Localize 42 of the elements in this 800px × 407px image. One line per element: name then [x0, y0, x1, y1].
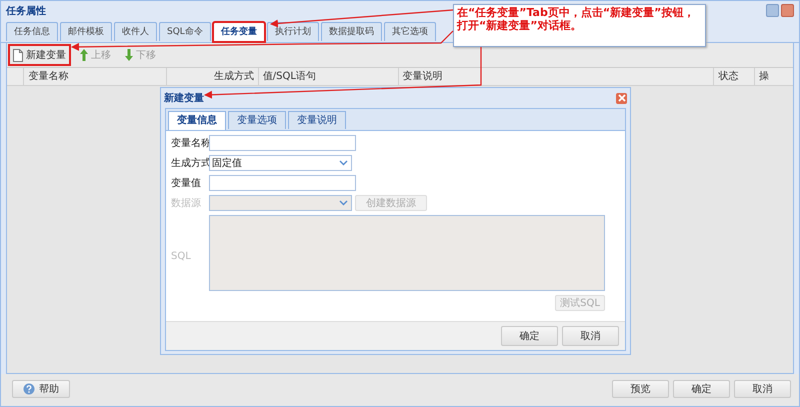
field-label: 变量值 — [171, 176, 202, 190]
down-arrow-icon — [125, 49, 133, 61]
column-header[interactable]: 值/SQL语句 — [258, 68, 398, 85]
footer-button[interactable]: 取消 — [734, 380, 791, 398]
tab[interactable]: 邮件模板 — [60, 22, 112, 41]
tab[interactable]: 任务信息 — [6, 22, 58, 41]
window-title: 任务属性 — [6, 4, 46, 18]
column-header[interactable]: 变量说明 — [398, 68, 714, 85]
tab[interactable]: SQL命令 — [159, 22, 211, 41]
document-icon — [13, 48, 23, 62]
dialog-button[interactable]: 取消 — [562, 326, 619, 346]
dialog-button[interactable]: 确定 — [501, 326, 558, 346]
column-header[interactable]: 变量名称 — [23, 68, 166, 85]
help-button[interactable]: 帮助 — [12, 380, 70, 398]
minimize-button[interactable] — [766, 4, 779, 17]
close-button[interactable] — [781, 4, 794, 17]
dropdown[interactable]: 固定值 — [209, 155, 352, 171]
chevron-down-icon — [339, 160, 348, 166]
tab[interactable]: 其它选项 — [384, 22, 436, 41]
tab[interactable]: 执行计划 — [266, 22, 319, 41]
annotation-text: 打开“新建变量”对话框。 — [457, 19, 582, 32]
toolbar-button[interactable]: 新建变量 — [10, 46, 69, 64]
input-field[interactable] — [209, 135, 356, 151]
tab[interactable]: 数据提取码 — [320, 22, 382, 41]
footer-button[interactable]: 预览 — [612, 380, 669, 398]
column-header[interactable]: 生成方式 — [166, 68, 258, 85]
field-label: SQL — [171, 251, 192, 262]
tab[interactable]: 变量选项 — [228, 111, 286, 129]
tab[interactable]: 变量信息 — [168, 111, 226, 130]
dialog-title: 新建变量 — [164, 91, 204, 105]
help-icon — [23, 383, 35, 395]
input-field[interactable] — [209, 175, 356, 191]
annotation-text: 在“任务变量”Tab页中，点击“新建变量”按钮， — [457, 6, 694, 19]
chevron-down-icon — [339, 200, 348, 206]
field-label: 数据源 — [171, 197, 202, 210]
tab[interactable]: 任务变量 — [212, 22, 265, 42]
column-header[interactable]: 操 — [754, 68, 793, 85]
tab[interactable]: 收件人 — [114, 22, 157, 41]
footer-button[interactable]: 确定 — [673, 380, 730, 398]
tab[interactable]: 变量说明 — [288, 111, 346, 129]
up-arrow-icon — [80, 49, 88, 61]
column-header[interactable]: 状态 — [713, 68, 754, 85]
